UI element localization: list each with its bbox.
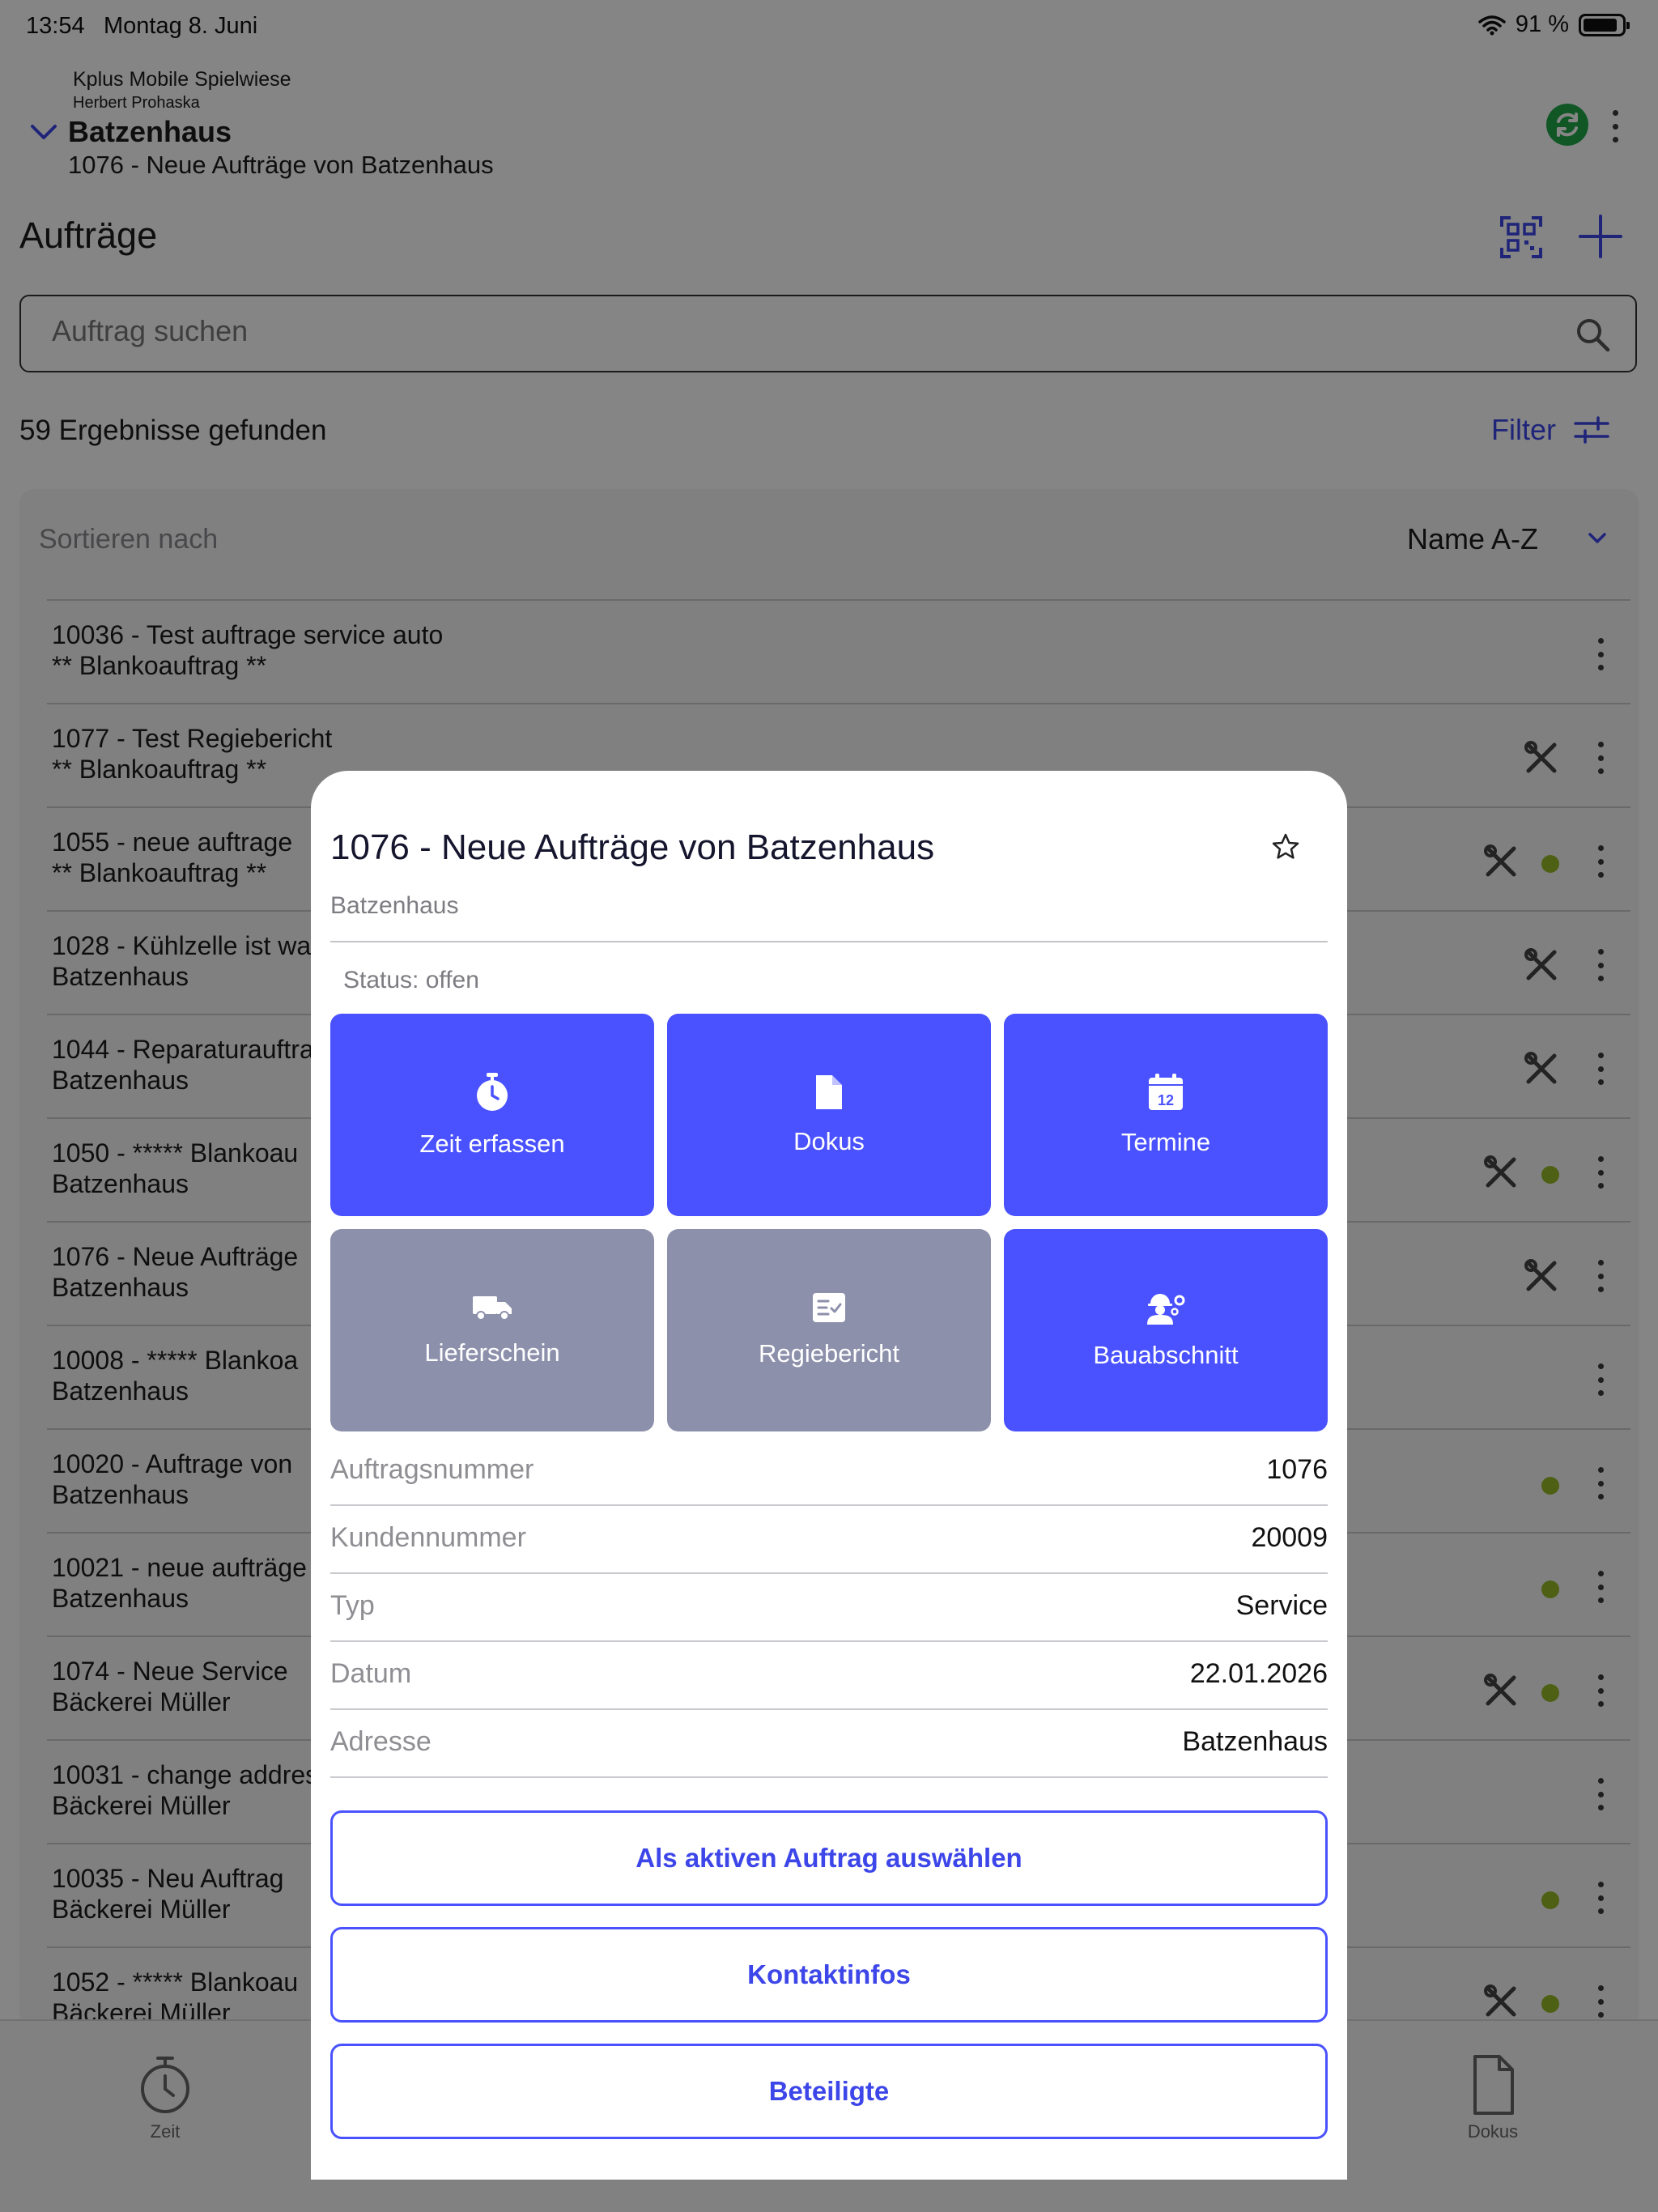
zeit-erfassen-label: Zeit erfassen [419,1129,565,1158]
regiebericht-label: Regiebericht [758,1339,900,1368]
detail-label: Adresse [330,1726,432,1757]
detail-value: 20009 [1251,1522,1328,1553]
detail-row-adresse: Adresse Batzenhaus [330,1710,1328,1778]
calendar-icon: 12 [1149,1074,1183,1110]
detail-row-auftragsnummer: Auftragsnummer 1076 [330,1438,1328,1506]
dokus-label: Dokus [793,1127,865,1155]
order-detail-title: 1076 - Neue Aufträge von Batzenhaus [330,827,935,867]
detail-label: Datum [330,1658,412,1689]
construction-worker-icon [1147,1294,1185,1325]
truck-icon [473,1296,512,1321]
detail-row-typ: Typ Service [330,1574,1328,1642]
detail-row-kundennummer: Kundennummer 20009 [330,1506,1328,1574]
detail-row-datum: Datum 22.01.2026 [330,1642,1328,1710]
lieferschein-label: Lieferschein [424,1338,560,1367]
detail-value: 22.01.2026 [1189,1658,1328,1689]
bauabschnitt-label: Bauabschnitt [1093,1341,1239,1369]
detail-label: Auftragsnummer [330,1454,534,1485]
regiebericht-button[interactable]: Regiebericht [667,1229,991,1431]
zeit-erfassen-button[interactable]: Zeit erfassen [330,1014,654,1216]
star-icon[interactable] [1271,832,1300,861]
set-active-order-button[interactable]: Als aktiven Auftrag auswählen [330,1810,1328,1906]
order-detail-customer: Batzenhaus [330,892,459,919]
lieferschein-button[interactable]: Lieferschein [330,1229,654,1431]
order-detail-sheet: 1076 - Neue Aufträge von Batzenhaus Batz… [311,771,1347,2180]
bauabschnitt-button[interactable]: Bauabschnitt [1004,1229,1328,1431]
divider [330,941,1328,942]
detail-label: Kundennummer [330,1522,526,1553]
order-status: Status: offen [343,967,479,993]
participants-button[interactable]: Beteiligte [330,2044,1328,2139]
termine-button[interactable]: 12 Termine [1004,1014,1328,1216]
detail-value: Service [1235,1590,1328,1621]
detail-value: Batzenhaus [1182,1726,1328,1757]
termine-label: Termine [1120,1128,1211,1156]
stopwatch-icon [477,1073,508,1111]
contact-info-button[interactable]: Kontaktinfos [330,1927,1328,2023]
detail-label: Typ [330,1590,375,1621]
report-check-icon [813,1293,845,1322]
dokus-button[interactable]: Dokus [667,1014,991,1216]
document-icon [816,1075,842,1109]
detail-value: 1076 [1266,1454,1328,1485]
calendar-day: 12 [1158,1092,1174,1108]
